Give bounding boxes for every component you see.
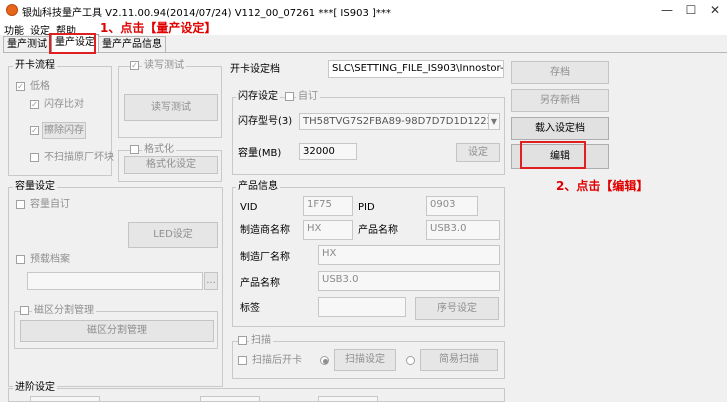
card-flow-title: 开卡流程	[13, 60, 57, 72]
tab-production-test[interactable]: 量产测试	[3, 36, 51, 52]
simple-scan-radio[interactable]	[406, 356, 415, 365]
serial-settings-button[interactable]: 序号设定	[415, 297, 499, 320]
no-scan-factory-checkbox[interactable]	[30, 153, 39, 162]
product-name2-label: 产品名称	[240, 278, 280, 289]
low-format-checkbox[interactable]: ✓	[16, 82, 25, 91]
factory-label: 制造厂名称	[240, 252, 290, 263]
highlight-edit-box	[520, 141, 586, 169]
tag-field[interactable]	[318, 297, 406, 317]
annotation-step-2: 2、点击【编辑】	[556, 179, 649, 193]
factory-field[interactable]: HX	[318, 245, 500, 265]
setting-file-path[interactable]: SLC\SETTING_FILE_IS903\Innostor-Setup.in…	[328, 60, 504, 78]
advanced-field-2[interactable]	[200, 396, 260, 402]
app-logo-icon	[6, 4, 18, 16]
product-info-title: 产品信息	[236, 181, 280, 193]
partition-button[interactable]: 磁区分割管理	[20, 320, 214, 342]
tag-label: 标签	[240, 303, 260, 314]
flash-custom-label: 自订	[296, 91, 320, 103]
setting-file-label: 开卡设定档	[230, 64, 280, 75]
partition-title: 磁区分割管理	[32, 305, 96, 317]
scan-title: 扫描	[249, 335, 273, 347]
led-settings-button[interactable]: LED设定	[128, 222, 218, 248]
format-title: 格式化	[142, 144, 176, 156]
capacity-mb-field[interactable]: 32000	[299, 143, 357, 160]
vid-field[interactable]: 1F75	[303, 196, 353, 216]
window-title: 银灿科技量产工具 V2.11.00.94(2014/07/24) V112_00…	[22, 8, 391, 19]
erase-flash-checkbox[interactable]: ✓	[30, 126, 39, 135]
capacity-settings-title: 容量设定	[13, 181, 57, 193]
highlight-tab-box	[49, 33, 96, 54]
flash-model-select[interactable]: TH58TVG7S2FBA89-98D7D7D1D122227A7AD5D	[299, 113, 489, 130]
annotation-step-1: 1、点击【量产设定】	[100, 21, 217, 35]
capacity-custom-checkbox[interactable]	[16, 200, 25, 209]
chevron-down-icon[interactable]: ▼	[488, 113, 500, 130]
flash-set-button[interactable]: 设定	[456, 143, 500, 162]
vendor-label: 制造商名称	[240, 225, 290, 236]
preload-checkbox[interactable]	[16, 255, 25, 264]
capacity-mb-label: 容量(MB)	[238, 148, 282, 159]
rw-test-checkbox[interactable]: ✓	[130, 61, 139, 70]
advanced-title: 进阶设定	[13, 382, 57, 394]
scan-settings-radio[interactable]	[320, 356, 329, 365]
scan-settings-button[interactable]: 扫描设定	[334, 349, 396, 371]
save-button[interactable]: 存档	[511, 61, 609, 84]
scan-after-open-checkbox[interactable]	[238, 356, 247, 365]
product-name-field[interactable]: USB3.0	[426, 220, 500, 240]
simple-scan-button[interactable]: 简易扫描	[420, 349, 498, 371]
pid-label: PID	[358, 202, 375, 213]
format-checkbox[interactable]	[130, 145, 139, 154]
vid-label: VID	[240, 202, 258, 213]
menu-settings[interactable]: 设定	[30, 22, 50, 37]
no-scan-factory-label: 不扫描原厂坏块	[44, 152, 114, 163]
preload-browse-button[interactable]: ...	[204, 272, 218, 290]
capacity-custom-label: 容量自订	[30, 199, 70, 210]
advanced-field-3[interactable]	[318, 396, 378, 402]
maximize-icon[interactable]: ☐	[680, 2, 702, 19]
format-settings-button[interactable]: 格式化设定	[124, 156, 218, 174]
erase-flash-button[interactable]: 擦除闪存	[42, 122, 86, 139]
flash-compare-checkbox[interactable]: ✓	[30, 100, 39, 109]
product-name-label: 产品名称	[358, 225, 398, 236]
flash-model-label: 闪存型号(3)	[238, 116, 293, 127]
close-icon[interactable]: ✕	[704, 2, 726, 19]
save-as-button[interactable]: 另存新档	[511, 89, 609, 112]
preload-path-field[interactable]	[27, 272, 203, 290]
vendor-field[interactable]: HX	[303, 220, 353, 240]
scan-checkbox[interactable]	[238, 336, 247, 345]
preload-label: 预载档案	[30, 254, 70, 265]
menu-function[interactable]: 功能	[4, 22, 24, 37]
product-name2-field[interactable]: USB3.0	[318, 271, 500, 291]
tab-product-info[interactable]: 量产产品信息	[98, 36, 166, 52]
rw-test-button[interactable]: 读写测试	[124, 94, 218, 121]
partition-checkbox[interactable]	[20, 306, 29, 315]
rw-test-title: 读写测试	[142, 60, 186, 72]
flash-settings-group	[232, 97, 505, 175]
low-format-label: 低格	[30, 81, 50, 92]
flash-compare-label: 闪存比对	[44, 99, 84, 110]
minimize-icon[interactable]: —	[656, 2, 678, 19]
advanced-field-1[interactable]	[30, 396, 100, 402]
load-settings-button[interactable]: 载入设定档	[511, 117, 609, 140]
flash-settings-title: 闪存设定	[236, 91, 280, 103]
pid-field[interactable]: 0903	[426, 196, 478, 216]
flash-custom-checkbox[interactable]	[285, 92, 294, 101]
scan-after-open-label: 扫描后开卡	[252, 355, 302, 366]
